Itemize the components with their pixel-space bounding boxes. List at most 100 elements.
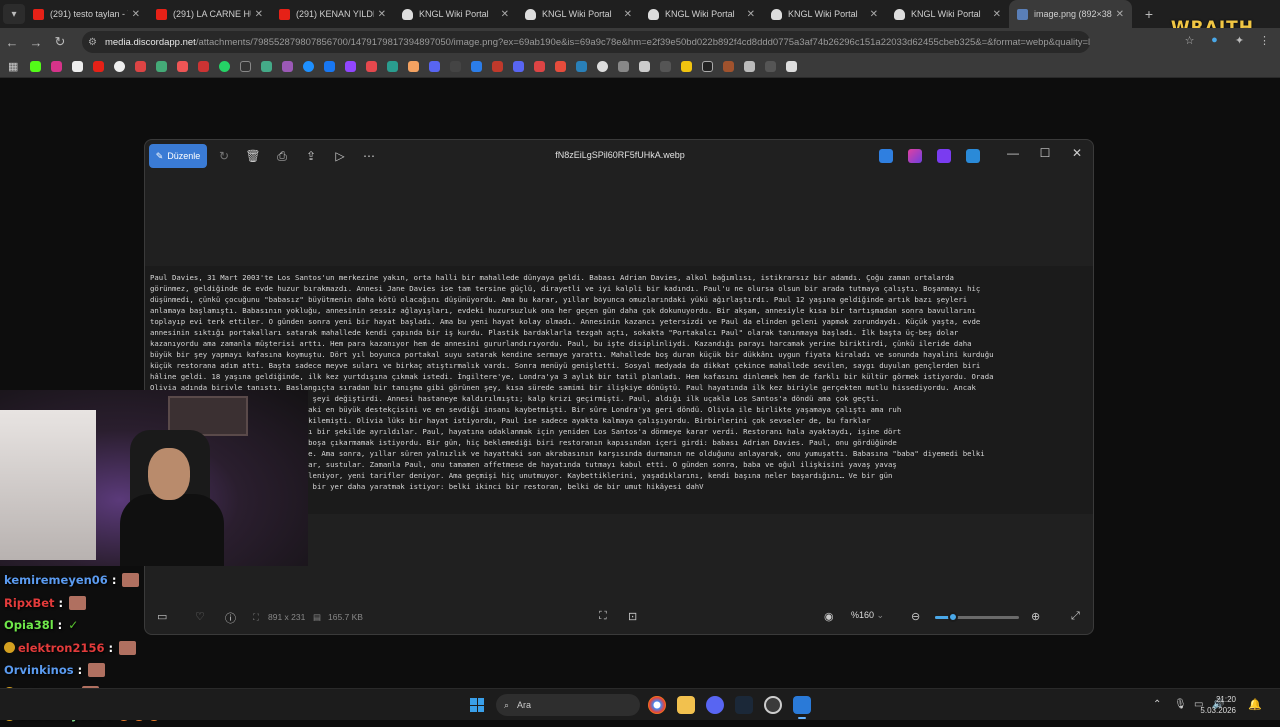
browser-tab[interactable]: (291) LA CARNE HUM ✕	[148, 0, 271, 28]
bookmark-star-icon[interactable]: ☆	[1182, 34, 1197, 49]
bookmark-site-icon[interactable]	[534, 61, 546, 72]
bookmark-site-icon[interactable]	[597, 61, 609, 72]
tab-close-icon[interactable]: ✕	[747, 9, 755, 20]
apps-grid-icon[interactable]: ▦	[8, 60, 18, 73]
bookmark-site-icon[interactable]	[366, 61, 378, 72]
browser-tab[interactable]: KNGL Wiki Portal ✕	[517, 0, 640, 28]
bookmark-site-icon[interactable]	[576, 61, 588, 72]
close-icon[interactable]: ✕	[1067, 146, 1087, 160]
bookmark-site-icon[interactable]	[177, 61, 189, 72]
bookmark-site-icon[interactable]	[429, 61, 441, 72]
taskbar-search[interactable]: ⌕ Ara	[496, 694, 640, 716]
bookmark-instagram-icon[interactable]	[51, 61, 63, 72]
bookmark-site-icon[interactable]	[744, 61, 756, 72]
maximize-icon[interactable]: ☐	[1035, 146, 1055, 160]
extensions-puzzle-icon[interactable]: ✦	[1232, 34, 1247, 49]
bookmark-whatsapp-icon[interactable]	[219, 61, 231, 72]
tab-close-icon[interactable]: ✕	[132, 9, 140, 20]
forward-button[interactable]: →	[24, 35, 48, 50]
bookmark-site-icon[interactable]	[723, 61, 735, 72]
tab-close-icon[interactable]: ✕	[501, 9, 509, 20]
bookmark-gmail-icon[interactable]	[135, 61, 147, 72]
site-info-icon[interactable]: ⚙	[88, 37, 97, 48]
tab-close-icon[interactable]: ✕	[993, 9, 1001, 20]
browser-tab[interactable]: KNGL Wiki Portal ✕	[763, 0, 886, 28]
zoom-in-icon[interactable]: ⊕	[1031, 610, 1040, 623]
fit-to-window-icon[interactable]: ⛶	[599, 610, 607, 623]
app-icon[interactable]	[764, 696, 782, 714]
steam-icon[interactable]	[735, 696, 753, 714]
chat-username[interactable]: RipxBet	[4, 596, 55, 610]
tray-overflow-icon[interactable]: ⌃	[1153, 699, 1161, 710]
discord-icon[interactable]	[706, 696, 724, 714]
bookmark-site-icon[interactable]	[639, 61, 651, 72]
start-button[interactable]	[470, 698, 484, 712]
browser-tab[interactable]: KNGL Wiki Portal ✕	[640, 0, 763, 28]
bookmark-site-icon[interactable]	[198, 61, 210, 72]
app-launch-icon[interactable]	[908, 149, 922, 163]
zoom-out-icon[interactable]: ⊖	[911, 610, 920, 623]
file-explorer-icon[interactable]	[677, 696, 695, 714]
bookmark-twitch-icon[interactable]	[345, 61, 357, 72]
browser-tab[interactable]: (291) KENAN YILDIZ ✕	[271, 0, 394, 28]
screenshot-icon[interactable]: ◉	[824, 610, 834, 623]
menu-icon[interactable]: ⋮	[1257, 34, 1272, 49]
chat-username[interactable]: kemiremeyen06	[4, 573, 108, 587]
app-launch-icon[interactable]	[937, 149, 951, 163]
bookmark-site-icon[interactable]	[681, 61, 693, 72]
back-button[interactable]: ←	[0, 35, 24, 50]
bookmark-site-icon[interactable]	[408, 61, 420, 72]
chat-username[interactable]: Opia38l	[4, 618, 54, 632]
bookmark-facebook-icon[interactable]	[324, 61, 336, 72]
zoom-slider-knob[interactable]	[948, 612, 959, 622]
browser-tab[interactable]: (291) testo taylan - Y ✕	[25, 0, 148, 28]
tab-search-button[interactable]: ▾	[3, 4, 25, 24]
bookmark-site-icon[interactable]	[471, 61, 483, 72]
tab-close-icon[interactable]: ✕	[870, 9, 878, 20]
tab-close-icon[interactable]: ✕	[624, 9, 632, 20]
minimize-icon[interactable]: —	[1003, 146, 1023, 160]
zoom-level-select[interactable]: %160 ⌄	[851, 610, 884, 621]
fullscreen-icon[interactable]: ⤢	[1071, 610, 1080, 623]
url-field[interactable]: ⚙ media.discordapp.net /attachments/7985…	[82, 31, 1090, 53]
system-clock[interactable]: 21:20 5.03.2026	[1200, 694, 1236, 716]
bookmark-site-icon[interactable]	[240, 61, 252, 72]
chat-username[interactable]: elektron2156	[18, 641, 104, 655]
bookmark-site-icon[interactable]	[786, 61, 798, 72]
crop-select-icon[interactable]: ⊡	[628, 610, 637, 623]
reload-button[interactable]: ↻	[48, 34, 72, 50]
bookmark-google-icon[interactable]	[114, 61, 126, 72]
bookmark-site-icon[interactable]	[555, 61, 567, 72]
bookmark-site-icon[interactable]	[261, 61, 273, 72]
bookmark-site-icon[interactable]	[765, 61, 777, 72]
browser-tab[interactable]: image.png (892×384) ✕	[1009, 0, 1132, 28]
bookmark-site-icon[interactable]	[303, 61, 315, 72]
zoom-slider[interactable]	[935, 612, 1019, 622]
extension-icon[interactable]: ●	[1207, 34, 1222, 49]
bookmark-x-icon[interactable]	[72, 61, 84, 72]
bookmark-site-icon[interactable]	[387, 61, 399, 72]
notification-bell-icon[interactable]: 🔔	[1248, 698, 1262, 711]
bookmark-site-icon[interactable]	[492, 61, 504, 72]
bookmark-site-icon[interactable]	[282, 61, 294, 72]
bookmark-kick-icon[interactable]	[30, 61, 42, 72]
app-launch-icon[interactable]	[879, 149, 893, 163]
bookmark-site-icon[interactable]	[702, 61, 714, 72]
photos-app-icon[interactable]	[793, 696, 811, 719]
chat-username[interactable]: Orvinkinos	[4, 663, 74, 677]
bookmark-site-icon[interactable]	[450, 61, 462, 72]
browser-tab[interactable]: KNGL Wiki Portal ✕	[394, 0, 517, 28]
bookmark-site-icon[interactable]	[618, 61, 630, 72]
tab-close-icon[interactable]: ✕	[1116, 9, 1124, 20]
tab-close-icon[interactable]: ✕	[378, 9, 386, 20]
bookmark-site-icon[interactable]	[660, 61, 672, 72]
tab-close-icon[interactable]: ✕	[255, 9, 263, 20]
microphone-icon[interactable]: 🎙	[1174, 699, 1187, 710]
bookmark-discord-icon[interactable]	[513, 61, 525, 72]
chrome-icon[interactable]	[648, 696, 666, 714]
onedrive-icon[interactable]	[966, 149, 980, 163]
bookmark-youtube-icon[interactable]	[93, 61, 105, 72]
bookmark-site-icon[interactable]	[156, 61, 168, 72]
new-tab-button[interactable]: +	[1138, 6, 1160, 22]
browser-tab[interactable]: KNGL Wiki Portal ✕	[886, 0, 1009, 28]
